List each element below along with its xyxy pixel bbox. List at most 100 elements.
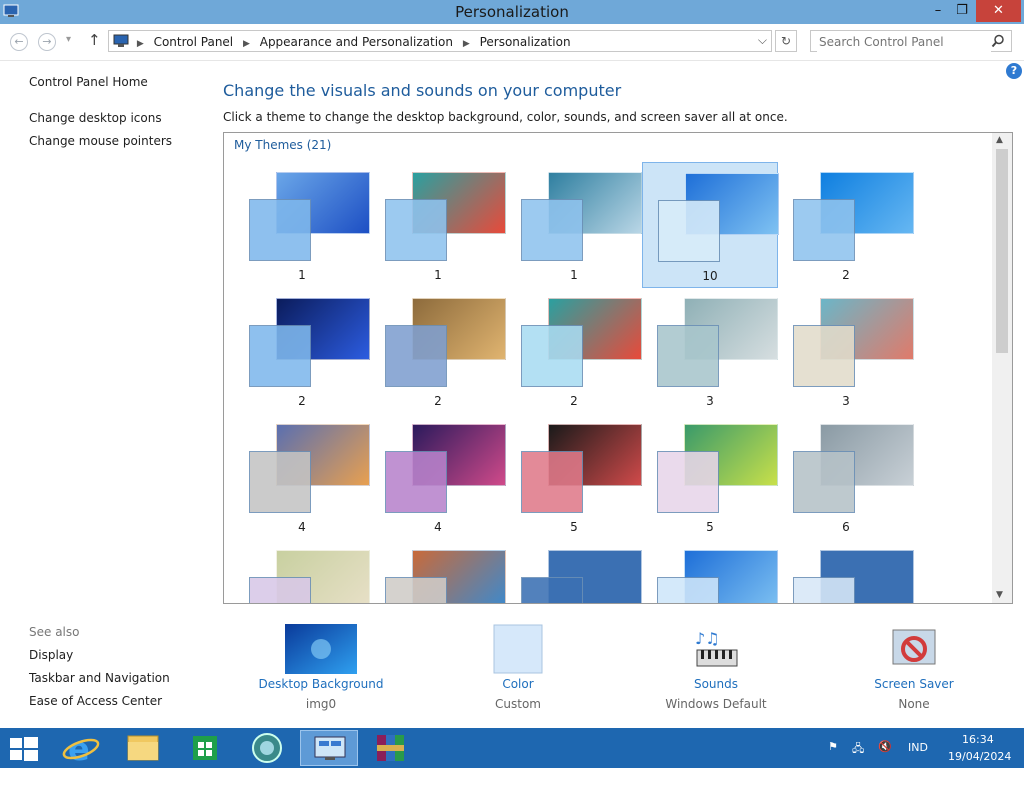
sounds-setting[interactable]: ♪♫ Sounds Windows Default bbox=[660, 624, 772, 711]
internet-explorer-icon: e bbox=[62, 730, 100, 768]
screen-saver-label[interactable]: Screen Saver bbox=[868, 677, 960, 691]
scroll-up-icon[interactable]: ▲ bbox=[996, 135, 1003, 145]
start-icon[interactable] bbox=[10, 737, 38, 761]
ease-of-access-link[interactable]: Ease of Access Center bbox=[29, 694, 162, 708]
taskbar-internet-explorer[interactable]: e bbox=[52, 730, 110, 768]
theme-tile[interactable]: 1 bbox=[506, 162, 642, 288]
desktop-background-setting[interactable]: Desktop Background img0 bbox=[256, 624, 386, 711]
volume-muted-icon[interactable]: 🔇 bbox=[878, 740, 892, 780]
taskbar-winrar[interactable] bbox=[362, 730, 420, 766]
theme-tile[interactable]: 5 bbox=[642, 414, 778, 540]
up-button[interactable]: ↑ bbox=[88, 31, 101, 49]
theme-name: 2 bbox=[570, 394, 578, 408]
theme-name: 1 bbox=[570, 268, 578, 282]
theme-color-swatch bbox=[657, 325, 719, 387]
theme-tile[interactable] bbox=[234, 540, 370, 603]
theme-tile[interactable]: 1 bbox=[370, 162, 506, 288]
breadcrumb-separator-icon: ▶ bbox=[136, 39, 144, 49]
theme-tile[interactable]: 3 bbox=[642, 288, 778, 414]
taskbar-control-panel[interactable] bbox=[300, 730, 358, 766]
color-value: Custom bbox=[495, 697, 541, 711]
svg-text:e: e bbox=[68, 730, 90, 766]
theme-color-swatch bbox=[521, 577, 583, 603]
theme-name: 2 bbox=[434, 394, 442, 408]
theme-color-swatch bbox=[657, 577, 719, 603]
theme-color-swatch bbox=[521, 199, 583, 261]
theme-color-swatch bbox=[521, 325, 583, 387]
theme-color-swatch bbox=[385, 577, 447, 603]
control-panel-icon bbox=[113, 34, 129, 47]
theme-list[interactable]: My Themes (21) 1 1 1 10 2 2 2 2 3 3 4 4 5 5 6 bbox=[223, 132, 1013, 604]
forward-button[interactable]: → bbox=[38, 33, 56, 51]
breadcrumb-appearance[interactable]: Appearance and Personalization bbox=[260, 35, 453, 49]
color-setting[interactable]: Color Custom bbox=[468, 624, 568, 711]
close-button[interactable]: ✕ bbox=[976, 0, 1021, 22]
theme-tile[interactable] bbox=[642, 540, 778, 603]
theme-tile[interactable]: 2 bbox=[234, 288, 370, 414]
desktop-background-label[interactable]: Desktop Background bbox=[256, 677, 386, 691]
taskbar-store[interactable] bbox=[176, 730, 234, 766]
color-label[interactable]: Color bbox=[468, 677, 568, 691]
theme-name: 1 bbox=[434, 268, 442, 282]
breadcrumb-control-panel[interactable]: Control Panel bbox=[154, 35, 234, 49]
address-bar[interactable]: ▶ Control Panel ▶ Appearance and Persona… bbox=[108, 30, 772, 52]
display-link[interactable]: Display bbox=[29, 648, 73, 662]
breadcrumb-personalization[interactable]: Personalization bbox=[480, 35, 571, 49]
theme-tile[interactable]: 4 bbox=[370, 414, 506, 540]
theme-color-swatch bbox=[249, 451, 311, 513]
theme-name: 5 bbox=[706, 520, 714, 534]
address-dropdown-button[interactable]: ⌵ bbox=[758, 33, 767, 48]
theme-tile[interactable]: 1 bbox=[234, 162, 370, 288]
theme-tile[interactable]: 6 bbox=[778, 414, 914, 540]
network-icon[interactable]: 🖧 bbox=[852, 740, 864, 780]
scroll-thumb[interactable] bbox=[996, 149, 1008, 353]
theme-tile[interactable]: 2 bbox=[370, 288, 506, 414]
theme-tile[interactable]: 5 bbox=[506, 414, 642, 540]
theme-name: 5 bbox=[570, 520, 578, 534]
change-mouse-pointers-link[interactable]: Change mouse pointers bbox=[29, 134, 172, 148]
clock-date[interactable]: 19/04/2024 bbox=[948, 750, 1011, 790]
action-center-flag-icon[interactable]: ⚑ bbox=[828, 740, 838, 780]
theme-tile[interactable] bbox=[778, 540, 914, 603]
screen-saver-setting[interactable]: Screen Saver None bbox=[868, 624, 960, 711]
theme-name: 6 bbox=[842, 520, 850, 534]
theme-tile[interactable]: 2 bbox=[506, 288, 642, 414]
scroll-down-icon[interactable]: ▼ bbox=[996, 590, 1003, 600]
screen-saver-icon bbox=[892, 629, 936, 665]
taskbar: e ⚑ 🖧 🔇 IND 16:34 19/04/2024 bbox=[0, 728, 1024, 768]
theme-color-swatch bbox=[658, 200, 720, 262]
theme-color-swatch bbox=[657, 451, 719, 513]
theme-tile[interactable] bbox=[370, 540, 506, 603]
theme-list-scrollbar[interactable]: ▲ ▼ bbox=[992, 133, 1012, 603]
search-input[interactable] bbox=[817, 32, 991, 52]
theme-name: 2 bbox=[842, 268, 850, 282]
search-icon[interactable] bbox=[991, 34, 1005, 48]
recent-locations-button[interactable]: ▾ bbox=[66, 34, 71, 45]
theme-tile[interactable]: 4 bbox=[234, 414, 370, 540]
theme-color-swatch bbox=[249, 325, 311, 387]
theme-tile[interactable]: 10 bbox=[642, 162, 779, 288]
breadcrumb-separator-icon: ▶ bbox=[462, 39, 470, 49]
restore-button[interactable]: ❐ bbox=[948, 0, 976, 22]
theme-tile[interactable] bbox=[506, 540, 642, 603]
taskbar-file-explorer[interactable] bbox=[114, 730, 172, 766]
back-button[interactable]: ← bbox=[10, 33, 28, 51]
input-language-indicator[interactable]: IND bbox=[908, 741, 928, 781]
theme-tile[interactable]: 3 bbox=[778, 288, 914, 414]
navigation-bar: ← → ▾ ↑ ▶ Control Panel ▶ Appearance and… bbox=[0, 24, 1024, 61]
search-box[interactable] bbox=[810, 30, 1012, 52]
sounds-icon: ♪♫ bbox=[695, 629, 738, 667]
change-desktop-icons-link[interactable]: Change desktop icons bbox=[29, 111, 162, 125]
window-title: Personalization bbox=[455, 3, 569, 21]
refresh-button[interactable]: ↻ bbox=[775, 30, 797, 52]
theme-color-swatch bbox=[385, 199, 447, 261]
control-panel-home-link[interactable]: Control Panel Home bbox=[29, 75, 148, 89]
theme-color-swatch bbox=[249, 577, 311, 603]
sounds-label[interactable]: Sounds bbox=[660, 677, 772, 691]
taskbar-media-player[interactable] bbox=[238, 730, 296, 766]
help-button[interactable]: ? bbox=[1006, 63, 1022, 79]
theme-tile[interactable]: 2 bbox=[778, 162, 914, 288]
taskbar-navigation-link[interactable]: Taskbar and Navigation bbox=[29, 671, 170, 685]
theme-name: 3 bbox=[706, 394, 714, 408]
theme-color-swatch bbox=[793, 199, 855, 261]
